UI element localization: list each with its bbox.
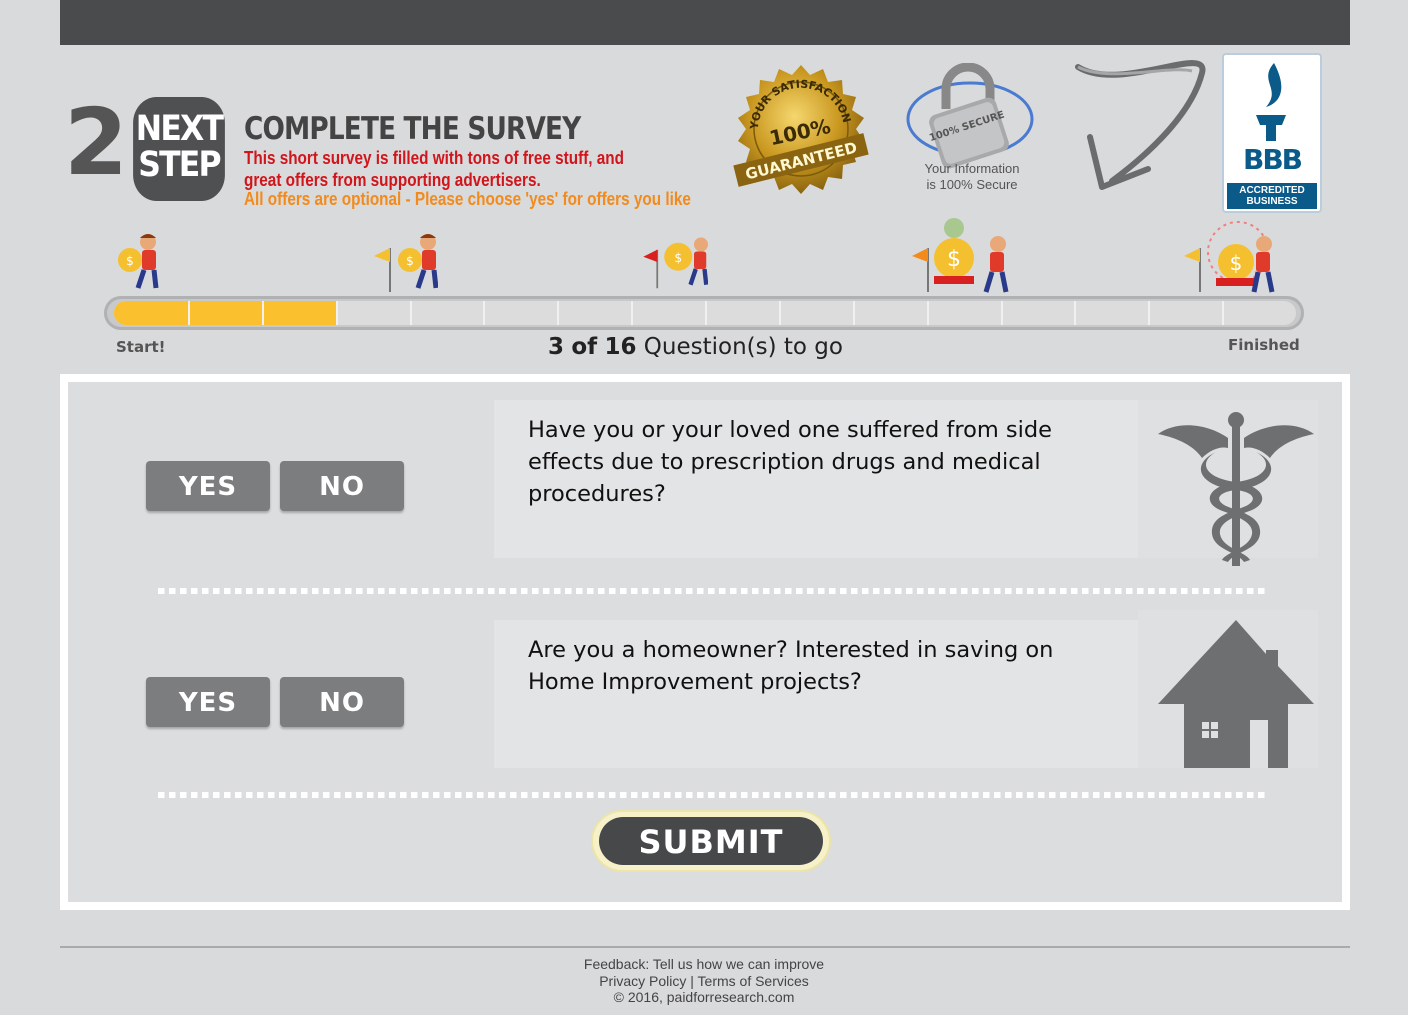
- secure-line-2: is 100% Secure: [926, 177, 1018, 192]
- feedback-link[interactable]: Feedback: Tell us how we can improve: [584, 956, 824, 972]
- svg-text:$: $: [947, 247, 961, 272]
- progress-bar: [104, 296, 1304, 330]
- progress-segment-divider: [1222, 301, 1225, 325]
- svg-text:$: $: [674, 251, 682, 265]
- survey-description: This short survey is filled with tons of…: [244, 148, 625, 190]
- padlock-icon: 100% SECURE: [906, 63, 1034, 169]
- progress-section: $ $ $ $ $ Start! 3 of 16 Question(s) to …: [100, 218, 1310, 364]
- survey-panel-inner: YES NO Have you or your loved one suffer…: [68, 382, 1342, 902]
- progress-finish-label: Finished: [1228, 336, 1300, 354]
- survey-header: 2 NEXT STEP COMPLETE THE SURVEY This sho…: [60, 45, 1350, 220]
- copyright: © 2016, paidforresearch.com: [613, 989, 795, 1005]
- bbb-band-line1: ACCREDITED: [1239, 185, 1305, 196]
- svg-text:$: $: [1230, 251, 1243, 275]
- q1-text-box: Have you or your loved one suffered from…: [494, 400, 1138, 558]
- torch-icon: [1256, 63, 1286, 141]
- runner-with-red-flag-icon: $: [643, 237, 708, 289]
- total-questions: 16: [604, 334, 637, 360]
- progress-segment-divider: [335, 301, 338, 325]
- progress-segment-divider: [631, 301, 634, 325]
- house-icon: [1158, 620, 1314, 768]
- bbb-accredited-badge: BBB ACCREDITED BUSINESS: [1222, 53, 1322, 213]
- caduceus-icon: [1158, 412, 1314, 566]
- progress-segment-divider: [852, 301, 855, 325]
- divider-dots: [158, 588, 1268, 594]
- progress-segment-divider: [1148, 301, 1151, 325]
- questions-remaining: 3 of 16 Question(s) to go: [548, 334, 843, 360]
- footer-divider: [60, 946, 1350, 948]
- next-step-line1: NEXT: [135, 109, 224, 149]
- survey-panel: YES NO Have you or your loved one suffer…: [60, 374, 1350, 910]
- bbb-letters: BBB: [1242, 143, 1303, 176]
- svg-text:$: $: [406, 254, 414, 268]
- top-bar: [60, 0, 1350, 45]
- runner-with-money-cart-icon: $: [912, 218, 1009, 293]
- progress-segment-divider: [557, 301, 560, 325]
- terms-link[interactable]: Terms of Services: [698, 973, 809, 989]
- progress-fill: [114, 301, 336, 325]
- progress-start-label: Start!: [116, 338, 166, 356]
- svg-text:$: $: [126, 254, 134, 268]
- current-question: 3: [548, 334, 565, 360]
- progress-segment-divider: [926, 301, 929, 325]
- footer-separator: |: [690, 972, 694, 989]
- next-step-badge: NEXT STEP: [133, 97, 225, 201]
- progress-track: [114, 301, 1296, 325]
- progress-segment-divider: [483, 301, 486, 325]
- page-title: COMPLETE THE SURVEY: [244, 111, 581, 147]
- survey-note: All offers are optional - Please choose …: [244, 189, 691, 209]
- of-word: of: [571, 334, 598, 360]
- q1-text: Have you or your loved one suffered from…: [528, 417, 1053, 507]
- progress-segment-divider: [187, 301, 190, 325]
- bbb-band: ACCREDITED BUSINESS: [1227, 183, 1317, 209]
- question-row-1: YES NO Have you or your loved one suffer…: [68, 382, 1342, 594]
- footer: Feedback: Tell us how we can improve Pri…: [0, 956, 1408, 1006]
- progress-segment-divider: [261, 301, 264, 325]
- q2-text-box: Are you a homeowner? Interested in savin…: [494, 620, 1138, 768]
- q2-text: Are you a homeowner? Interested in savin…: [528, 637, 1054, 695]
- q1-no-button[interactable]: NO: [280, 461, 404, 511]
- submit-button-frame: SUBMIT: [593, 812, 829, 870]
- runner-with-flag-icon: $: [374, 234, 438, 292]
- progress-segment-divider: [1000, 301, 1003, 325]
- bbb-band-line2: BUSINESS: [1246, 196, 1298, 207]
- privacy-policy-link[interactable]: Privacy Policy: [599, 973, 686, 989]
- progress-segment-divider: [1074, 301, 1077, 325]
- secure-line-1: Your Information: [924, 161, 1020, 176]
- q2-icon-box: [1138, 610, 1318, 768]
- step-number: 2: [64, 89, 128, 196]
- q1-icon-box: [1138, 400, 1318, 566]
- runner-with-moneybag-icon: $: [118, 234, 159, 289]
- progress-segment-divider: [778, 301, 781, 325]
- winner-with-money-icon: $: [1184, 221, 1275, 293]
- q2-no-button[interactable]: NO: [280, 677, 404, 727]
- next-step-line2: STEP: [138, 145, 221, 185]
- arrow-down-icon: [1075, 60, 1206, 190]
- divider-dots: [158, 792, 1268, 798]
- progress-segment-divider: [705, 301, 707, 325]
- progress-segment-divider: [409, 301, 412, 325]
- q1-yes-button[interactable]: YES: [146, 461, 270, 511]
- satisfaction-seal-icon: YOUR SATISFACTION 100% GUARANTEED: [733, 65, 869, 194]
- question-row-2: YES NO Are you a homeowner? Interested i…: [68, 602, 1342, 802]
- submit-button[interactable]: SUBMIT: [599, 817, 823, 865]
- questions-suffix: Question(s) to go: [643, 334, 843, 360]
- secure-info-text: Your Information is 100% Secure: [900, 161, 1044, 193]
- q2-yes-button[interactable]: YES: [146, 677, 270, 727]
